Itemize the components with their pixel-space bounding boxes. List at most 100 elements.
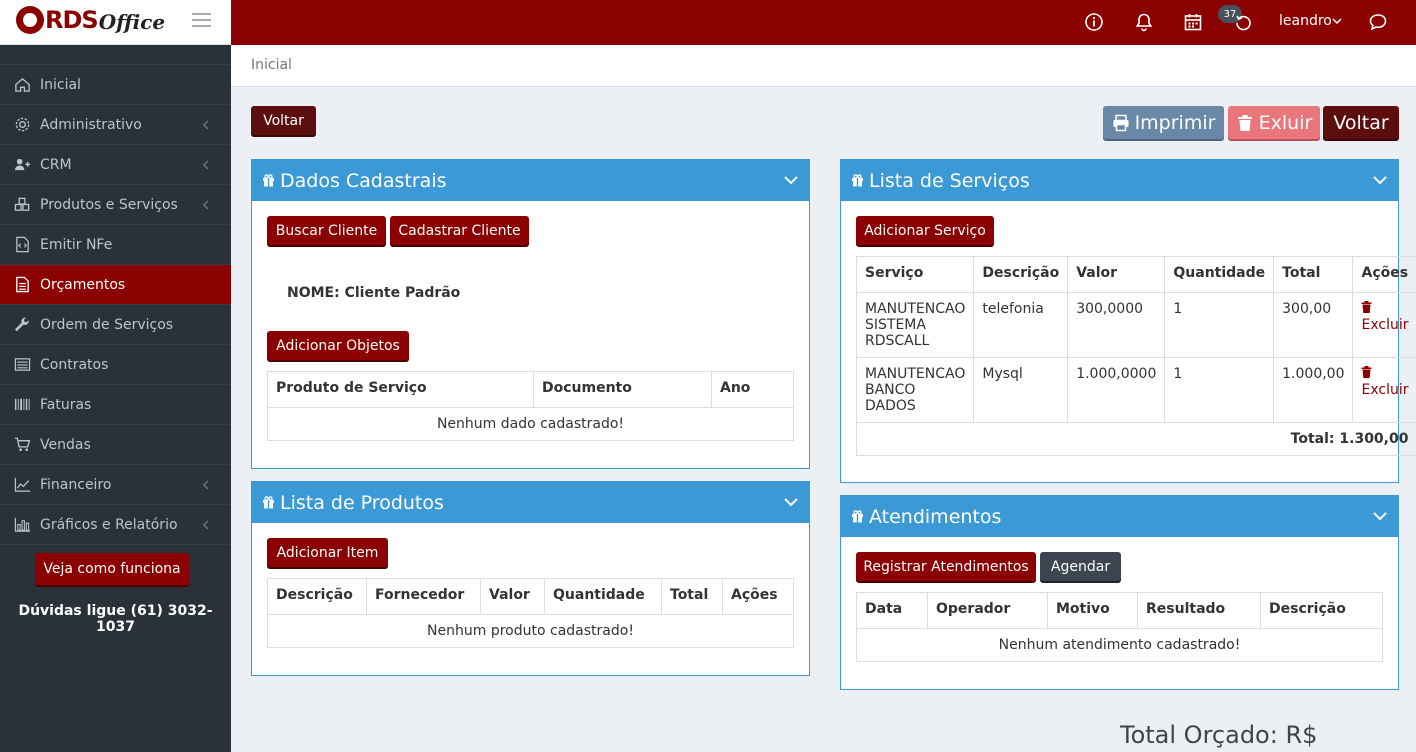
panel-title: Dados Cadastrais xyxy=(280,169,447,192)
collapse-chevron-icon[interactable] xyxy=(1372,173,1388,187)
bar-chart-icon xyxy=(12,516,32,534)
column-header: Descrição xyxy=(1260,592,1383,629)
column-header: Motivo xyxy=(1047,592,1138,629)
sidebar-item-label: Administrativo xyxy=(40,116,142,133)
wrench-icon xyxy=(12,316,32,334)
total-budget: Total Orçado: R$ 1.300,00 xyxy=(1120,721,1318,752)
sidebar-item-4[interactable]: Emitir NFe xyxy=(0,225,231,265)
objects-table: Produto de Serviço Documento Ano Nenhum … xyxy=(267,371,794,441)
service-description: Mysql xyxy=(973,357,1069,423)
collapse-chevron-icon[interactable] xyxy=(783,173,799,187)
info-icon[interactable] xyxy=(1084,12,1104,32)
sidebar-item-8[interactable]: Faturas xyxy=(0,385,231,425)
menu-toggle-icon[interactable] xyxy=(192,13,211,27)
attendance-table: Data Operador Motivo Resultado Descrição… xyxy=(856,592,1383,662)
calendar-icon[interactable] xyxy=(1183,12,1203,32)
print-button[interactable]: Imprimir xyxy=(1103,106,1224,139)
empty-message: Nenhum atendimento cadastrado! xyxy=(856,628,1383,662)
panel-dados-cadastrais: Dados Cadastrais Buscar Cliente Cadastra… xyxy=(251,159,810,469)
sidebar-item-label: Financeiro xyxy=(40,476,112,493)
sidebar-item-3[interactable]: Produtos e Serviços xyxy=(0,185,231,225)
panel-lista-servicos: Lista de Serviços Adicionar Serviço Serv… xyxy=(840,159,1416,483)
cart-icon xyxy=(12,436,32,454)
panel-header: Dados Cadastrais xyxy=(252,160,809,201)
sidebar-item-6[interactable]: Ordem de Serviços xyxy=(0,305,231,345)
chevron-down-icon[interactable] xyxy=(1332,16,1342,26)
service-name: MANUTENCAO BANCO DADOS xyxy=(855,357,975,423)
logo-area: RDS Office xyxy=(0,0,231,45)
breadcrumb[interactable]: Inicial xyxy=(231,45,1416,87)
column-header: Descrição xyxy=(267,578,367,615)
barcode-icon xyxy=(12,396,32,414)
trash-icon xyxy=(1237,114,1252,131)
add-service-button[interactable]: Adicionar Serviço xyxy=(856,216,994,245)
delete-button[interactable]: Exluir xyxy=(1228,106,1320,139)
panel-title: Lista de Produtos xyxy=(280,491,444,514)
column-header: Serviço xyxy=(855,256,975,293)
sidebar-item-11[interactable]: Gráficos e Relatório xyxy=(0,505,231,545)
column-header: Ações xyxy=(722,578,794,615)
trash-icon xyxy=(1361,366,1372,378)
search-client-button[interactable]: Buscar Cliente xyxy=(267,216,386,245)
panel-header: Lista de Produtos xyxy=(252,482,809,523)
trash-icon xyxy=(1361,301,1372,313)
chevron-left-icon xyxy=(203,160,209,170)
add-objects-button[interactable]: Adicionar Objetos xyxy=(267,331,409,360)
gear-icon xyxy=(12,116,32,134)
column-header: Operador xyxy=(927,592,1048,629)
sidebar-item-label: CRM xyxy=(40,156,72,173)
logo-subtext: Office xyxy=(98,10,166,34)
sidebar-item-9[interactable]: Vendas xyxy=(0,425,231,465)
register-client-button[interactable]: Cadastrar Cliente xyxy=(390,216,529,245)
delete-link-label: Excluir xyxy=(1361,317,1409,333)
sidebar-item-label: Contratos xyxy=(40,356,109,373)
sidebar-item-2[interactable]: CRM xyxy=(0,145,231,185)
sidebar-item-label: Emitir NFe xyxy=(40,236,113,253)
service-delete-link[interactable]: Excluir xyxy=(1352,292,1416,358)
products-table: Descrição Fornecedor Valor Quantidade To… xyxy=(267,578,794,648)
table-row: MANUTENCAO BANCO DADOS Mysql 1.000,0000 … xyxy=(855,357,1416,423)
service-quantity: 1 xyxy=(1164,292,1275,358)
history-icon[interactable] xyxy=(1233,13,1253,33)
bell-icon[interactable] xyxy=(1134,12,1154,32)
logo[interactable]: RDS Office xyxy=(16,6,165,34)
sidebar-item-label: Vendas xyxy=(40,436,91,453)
column-header: Valor xyxy=(480,578,545,615)
column-header: Total xyxy=(661,578,723,615)
chevron-left-icon xyxy=(203,120,209,130)
sidebar-item-5[interactable]: Orçamentos xyxy=(0,265,231,305)
users-icon xyxy=(12,156,32,174)
collapse-chevron-icon[interactable] xyxy=(783,495,799,509)
gift-icon xyxy=(263,174,274,187)
sidebar-item-10[interactable]: Financeiro xyxy=(0,465,231,505)
file-code-icon xyxy=(12,236,32,254)
sidebar-item-0[interactable]: Inicial xyxy=(0,65,231,105)
gift-icon xyxy=(852,510,863,523)
sidebar-item-label: Ordem de Serviços xyxy=(40,316,174,333)
empty-message: Nenhum produto cadastrado! xyxy=(267,614,794,648)
help-phone-text: Dúvidas ligue (61) 3032-1037 xyxy=(18,603,213,635)
sidebar-item-7[interactable]: Contratos xyxy=(0,345,231,385)
service-value: 300,0000 xyxy=(1067,292,1166,358)
client-name: NOME: Cliente Padrão xyxy=(287,285,461,301)
collapse-chevron-icon[interactable] xyxy=(1372,509,1388,523)
delete-link-label: Excluir xyxy=(1361,382,1409,398)
table-row: MANUTENCAO SISTEMA RDSCALL telefonia 300… xyxy=(855,292,1416,358)
sidebar-item-1[interactable]: Administrativo xyxy=(0,105,231,145)
user-menu[interactable]: leandro xyxy=(1279,13,1332,29)
chat-icon[interactable] xyxy=(1368,12,1388,32)
service-name: MANUTENCAO SISTEMA RDSCALL xyxy=(855,292,975,358)
back-button-left[interactable]: Voltar xyxy=(251,106,316,135)
logo-mark xyxy=(16,6,44,34)
line-chart-icon xyxy=(12,476,32,494)
service-delete-link[interactable]: Excluir xyxy=(1352,357,1416,423)
register-attendance-button[interactable]: Registrar Atendimentos xyxy=(856,552,1036,581)
add-item-button[interactable]: Adicionar Item xyxy=(267,538,388,567)
schedule-button[interactable]: Agendar xyxy=(1040,552,1121,581)
gift-icon xyxy=(263,496,274,509)
panel-title: Atendimentos xyxy=(869,505,1002,528)
panel-title: Lista de Serviços xyxy=(869,169,1030,192)
how-it-works-button[interactable]: Veja como funciona xyxy=(35,553,189,585)
column-header: Ações xyxy=(1352,256,1416,293)
back-button-right[interactable]: Voltar xyxy=(1323,106,1399,139)
